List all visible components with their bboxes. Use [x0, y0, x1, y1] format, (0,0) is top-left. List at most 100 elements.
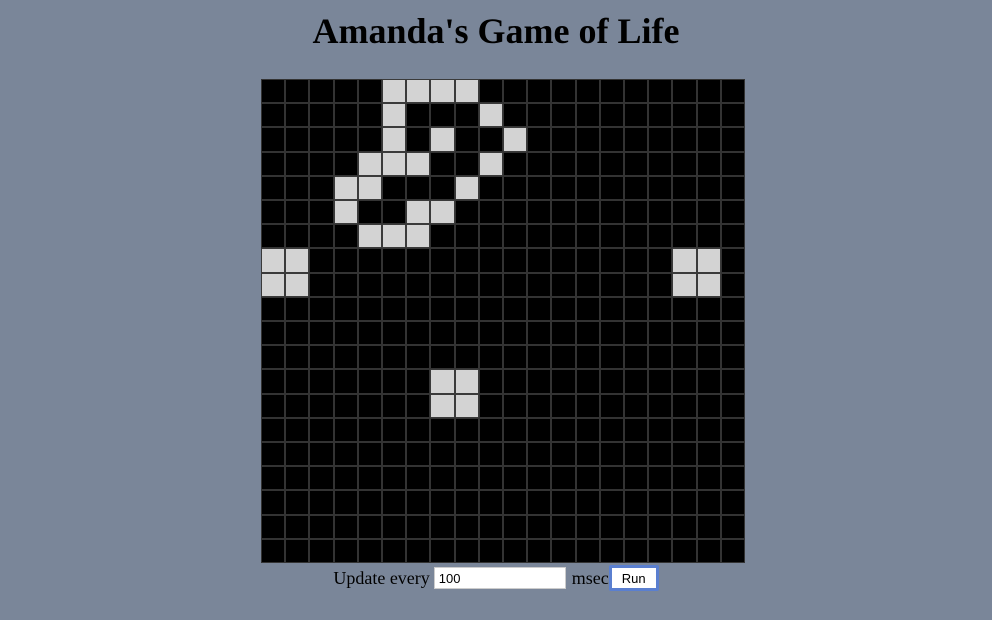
cell-dead[interactable] [382, 248, 407, 273]
cell-dead[interactable] [309, 296, 334, 321]
cell-dead[interactable] [720, 345, 745, 370]
cell-dead[interactable] [333, 127, 358, 152]
cell-dead[interactable] [357, 272, 382, 297]
cell-dead[interactable] [575, 490, 600, 515]
cell-dead[interactable] [575, 417, 600, 442]
cell-dead[interactable] [551, 538, 576, 563]
cell-dead[interactable] [430, 345, 455, 370]
cell-dead[interactable] [527, 296, 552, 321]
cell-dead[interactable] [624, 127, 649, 152]
cell-dead[interactable] [285, 127, 310, 152]
cell-dead[interactable] [382, 272, 407, 297]
cell-dead[interactable] [599, 538, 624, 563]
cell-dead[interactable] [503, 490, 528, 515]
cell-dead[interactable] [648, 224, 673, 249]
cell-dead[interactable] [285, 514, 310, 539]
cell-dead[interactable] [696, 514, 721, 539]
cell-dead[interactable] [261, 79, 286, 104]
cell-dead[interactable] [430, 272, 455, 297]
cell-dead[interactable] [333, 272, 358, 297]
cell-dead[interactable] [551, 272, 576, 297]
cell-dead[interactable] [672, 224, 697, 249]
cell-dead[interactable] [696, 151, 721, 176]
cell-alive[interactable] [406, 151, 431, 176]
cell-dead[interactable] [333, 321, 358, 346]
cell-dead[interactable] [720, 538, 745, 563]
cell-dead[interactable] [599, 466, 624, 491]
cell-dead[interactable] [624, 248, 649, 273]
cell-dead[interactable] [285, 538, 310, 563]
cell-dead[interactable] [406, 442, 431, 467]
cell-dead[interactable] [357, 79, 382, 104]
cell-dead[interactable] [575, 272, 600, 297]
cell-alive[interactable] [672, 248, 697, 273]
cell-alive[interactable] [406, 200, 431, 225]
cell-dead[interactable] [261, 296, 286, 321]
cell-dead[interactable] [575, 79, 600, 104]
cell-dead[interactable] [672, 442, 697, 467]
cell-dead[interactable] [575, 369, 600, 394]
cell-dead[interactable] [599, 490, 624, 515]
cell-dead[interactable] [648, 296, 673, 321]
cell-dead[interactable] [551, 296, 576, 321]
cell-alive[interactable] [454, 369, 479, 394]
cell-dead[interactable] [309, 103, 334, 128]
cell-dead[interactable] [527, 151, 552, 176]
cell-dead[interactable] [454, 200, 479, 225]
cell-dead[interactable] [478, 79, 503, 104]
cell-dead[interactable] [551, 393, 576, 418]
cell-dead[interactable] [357, 442, 382, 467]
cell-dead[interactable] [648, 442, 673, 467]
cell-dead[interactable] [454, 296, 479, 321]
cell-dead[interactable] [406, 369, 431, 394]
cell-dead[interactable] [672, 369, 697, 394]
cell-dead[interactable] [357, 417, 382, 442]
cell-dead[interactable] [720, 79, 745, 104]
cell-dead[interactable] [696, 369, 721, 394]
cell-dead[interactable] [261, 151, 286, 176]
cell-dead[interactable] [503, 79, 528, 104]
cell-dead[interactable] [624, 151, 649, 176]
cell-dead[interactable] [648, 321, 673, 346]
cell-dead[interactable] [575, 127, 600, 152]
cell-dead[interactable] [624, 442, 649, 467]
cell-dead[interactable] [624, 200, 649, 225]
cell-dead[interactable] [357, 321, 382, 346]
cell-dead[interactable] [720, 321, 745, 346]
cell-dead[interactable] [406, 272, 431, 297]
cell-dead[interactable] [285, 345, 310, 370]
cell-dead[interactable] [430, 466, 455, 491]
cell-dead[interactable] [309, 127, 334, 152]
cell-dead[interactable] [382, 490, 407, 515]
cell-dead[interactable] [575, 224, 600, 249]
cell-dead[interactable] [575, 466, 600, 491]
cell-dead[interactable] [382, 466, 407, 491]
cell-dead[interactable] [285, 79, 310, 104]
cell-dead[interactable] [551, 321, 576, 346]
cell-dead[interactable] [406, 538, 431, 563]
cell-dead[interactable] [551, 79, 576, 104]
cell-dead[interactable] [648, 417, 673, 442]
cell-dead[interactable] [599, 417, 624, 442]
cell-dead[interactable] [285, 200, 310, 225]
cell-dead[interactable] [599, 514, 624, 539]
cell-dead[interactable] [285, 417, 310, 442]
cell-dead[interactable] [454, 103, 479, 128]
cell-dead[interactable] [696, 79, 721, 104]
cell-dead[interactable] [624, 466, 649, 491]
cell-dead[interactable] [430, 175, 455, 200]
cell-alive[interactable] [430, 369, 455, 394]
cell-dead[interactable] [672, 321, 697, 346]
cell-dead[interactable] [309, 79, 334, 104]
cell-dead[interactable] [551, 151, 576, 176]
cell-dead[interactable] [648, 200, 673, 225]
cell-dead[interactable] [696, 175, 721, 200]
cell-dead[interactable] [551, 514, 576, 539]
cell-dead[interactable] [599, 321, 624, 346]
cell-dead[interactable] [454, 514, 479, 539]
cell-dead[interactable] [672, 345, 697, 370]
cell-dead[interactable] [285, 151, 310, 176]
cell-dead[interactable] [285, 103, 310, 128]
cell-dead[interactable] [720, 442, 745, 467]
cell-alive[interactable] [696, 272, 721, 297]
